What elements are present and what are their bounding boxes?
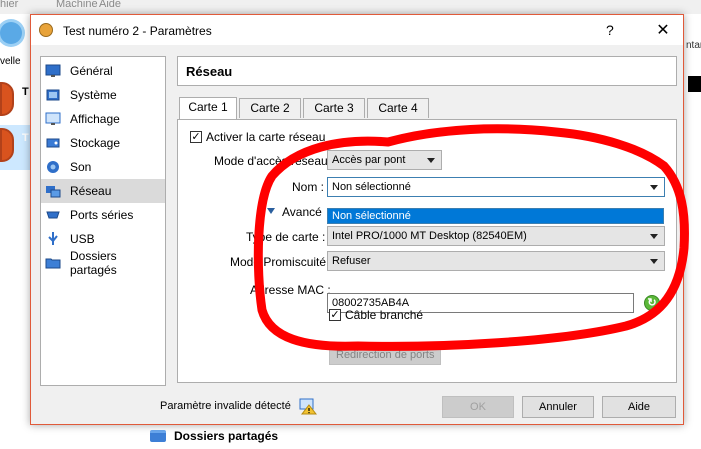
- chip-icon: [46, 89, 60, 101]
- section-header: Réseau: [177, 56, 677, 86]
- interface-name-option[interactable]: Non sélectionné: [327, 208, 664, 224]
- chevron-down-icon: [650, 234, 658, 239]
- folder-icon: [150, 430, 166, 442]
- network-mode-label: Mode d'accès réseau :: [214, 154, 335, 168]
- background-vm-list: [0, 14, 30, 449]
- cable-connected-label: Câble branché: [345, 308, 424, 322]
- sidebar-item-label: Son: [70, 160, 92, 174]
- new-vm-label: velle: [0, 56, 21, 67]
- new-vm-icon[interactable]: [0, 22, 22, 54]
- sidebar-item-label: Système: [70, 88, 117, 102]
- sidebar-item-storage[interactable]: Stockage: [41, 131, 165, 155]
- ok-button[interactable]: OK: [442, 396, 514, 418]
- monitor-icon: [45, 64, 61, 77]
- vm-name-fragment: T: [22, 86, 29, 98]
- background-text-fragment: ntar: [686, 40, 701, 51]
- tab-carte-2[interactable]: Carte 2: [239, 98, 301, 118]
- speaker-icon: [47, 161, 59, 173]
- background-shared-folders-label: Dossiers partagés: [174, 429, 279, 443]
- network-mode-value: Accès par pont: [332, 154, 406, 166]
- dialog-titlebar[interactable]: Test numéro 2 - Paramètres ? ✕: [31, 15, 683, 45]
- adapter-type-select[interactable]: Intel PRO/1000 MT Desktop (82540EM): [327, 226, 665, 246]
- sidebar-item-audio[interactable]: Son: [41, 155, 165, 179]
- name-label: Nom :: [292, 180, 325, 194]
- sidebar-item-system[interactable]: Système: [41, 83, 165, 107]
- close-icon[interactable]: ✕: [643, 19, 683, 43]
- adapter-type-label: Type de carte :: [246, 230, 326, 244]
- promiscuous-mode-select[interactable]: Refuser: [327, 251, 665, 271]
- refresh-mac-icon[interactable]: ↻: [644, 295, 660, 311]
- tab-carte-4[interactable]: Carte 4: [367, 98, 429, 118]
- cancel-button[interactable]: Annuler: [522, 396, 594, 418]
- tab-carte-1[interactable]: Carte 1: [179, 97, 237, 119]
- background-preview: [688, 76, 701, 92]
- cable-connected-checkbox[interactable]: ✓: [329, 309, 341, 321]
- help-button[interactable]: Aide: [602, 396, 676, 418]
- sidebar-item-shared-folders[interactable]: Dossiers partagés: [41, 249, 165, 277]
- network-mode-select[interactable]: Accès par pont: [327, 150, 442, 170]
- display-icon: [45, 112, 61, 125]
- storage-icon: [46, 138, 60, 148]
- chevron-down-icon: [427, 158, 435, 163]
- sidebar-item-label: Ports séries: [70, 208, 134, 222]
- vm-name-fragment: T: [22, 132, 29, 144]
- warning-icon[interactable]: [299, 397, 317, 415]
- sidebar-item-serial-ports[interactable]: Ports séries: [41, 203, 165, 227]
- interface-name-select[interactable]: Non sélectionné: [327, 177, 665, 197]
- chevron-down-icon: [650, 259, 658, 264]
- folder-icon: [45, 258, 61, 269]
- serial-port-icon: [46, 211, 60, 219]
- menu-item-aide[interactable]: Aide: [99, 0, 121, 10]
- sidebar-item-label: Dossiers partagés: [70, 249, 117, 277]
- background-menubar: hier Machine Aide: [0, 0, 701, 14]
- adapter-type-value: Intel PRO/1000 MT Desktop (82540EM): [332, 230, 527, 242]
- advanced-toggle[interactable]: Avancé: [282, 205, 322, 219]
- promiscuous-mode-label: Mode Promiscuité :: [230, 255, 333, 269]
- expand-triangle-icon[interactable]: [267, 208, 275, 214]
- sidebar-item-label: Réseau: [70, 184, 112, 198]
- settings-dialog: Test numéro 2 - Paramètres ? ✕ Général S…: [30, 14, 684, 425]
- sidebar-item-general[interactable]: Général: [41, 59, 165, 83]
- interface-name-value: Non sélectionné: [332, 181, 411, 193]
- settings-sidebar: Général Système Affichage Stockage Son R…: [40, 56, 166, 386]
- menu-item-machine[interactable]: Machine: [56, 0, 98, 10]
- chevron-down-icon: [650, 185, 658, 190]
- sidebar-item-label: Stockage: [70, 136, 121, 150]
- settings-gear-icon: [39, 23, 53, 37]
- sidebar-item-label: Affichage: [70, 112, 120, 126]
- network-icon: [46, 186, 61, 198]
- menu-item-fichier[interactable]: hier: [0, 0, 18, 10]
- invalid-settings-text: Paramètre invalide détecté: [160, 400, 291, 412]
- section-title: Réseau: [186, 64, 233, 79]
- sidebar-item-label: Général: [70, 64, 113, 78]
- dialog-title: Test numéro 2 - Paramètres: [63, 24, 212, 38]
- background-shared-folders: Dossiers partagés: [150, 426, 278, 446]
- mac-address-label: Adresse MAC :: [250, 283, 331, 297]
- usb-icon: [48, 232, 58, 245]
- port-forwarding-button[interactable]: Redirection de ports: [329, 345, 441, 365]
- sidebar-item-usb[interactable]: USB: [41, 227, 165, 251]
- help-titlebar-button[interactable]: ?: [606, 22, 614, 38]
- sidebar-item-display[interactable]: Affichage: [41, 107, 165, 131]
- promiscuous-mode-value: Refuser: [332, 255, 371, 267]
- enable-adapter-label: Activer la carte réseau: [206, 130, 326, 144]
- tab-carte-3[interactable]: Carte 3: [303, 98, 365, 118]
- enable-adapter-checkbox[interactable]: ✓: [190, 131, 202, 143]
- sidebar-item-label: USB: [70, 232, 95, 246]
- sidebar-item-network[interactable]: Réseau: [41, 179, 165, 203]
